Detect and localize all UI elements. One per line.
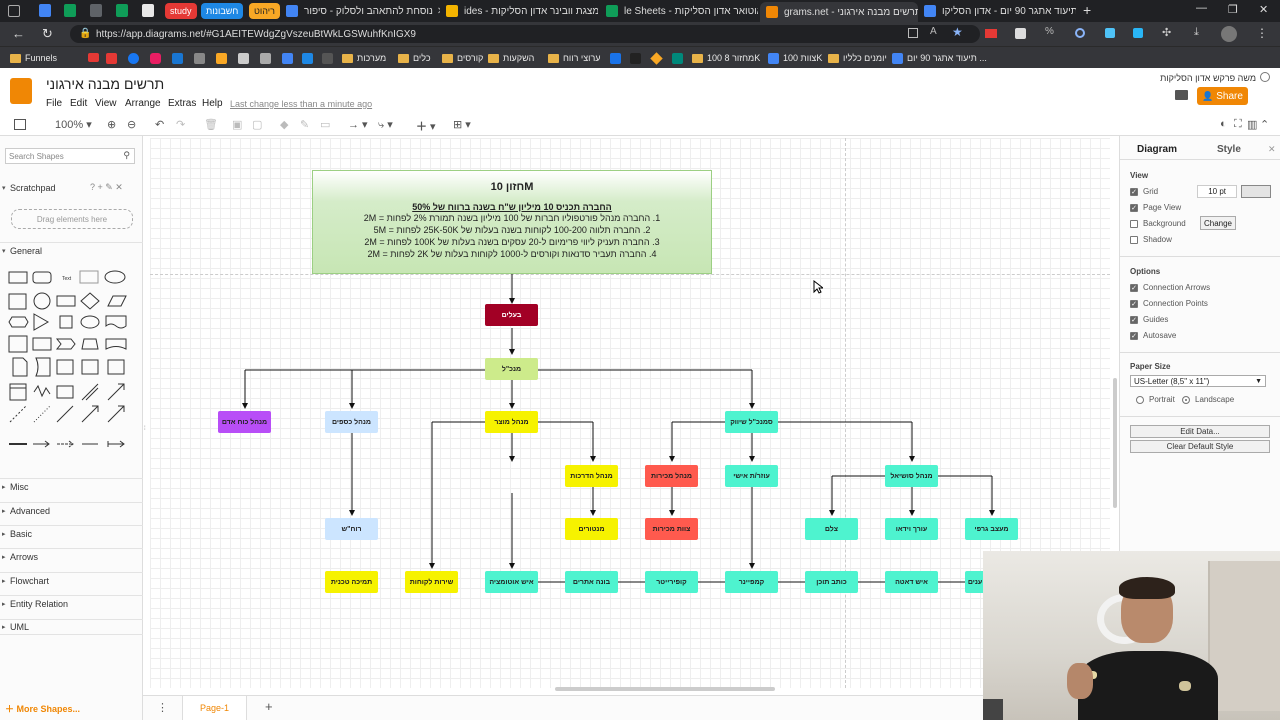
add-page-icon[interactable]: + [265, 699, 273, 714]
node-mentors[interactable]: מנטורים [565, 518, 618, 540]
node-social-manager[interactable]: מנהל סושיאל [885, 465, 938, 487]
grid-color-button[interactable] [1241, 185, 1271, 198]
landscape-radio[interactable]: Landscape [1182, 395, 1234, 404]
radio-label: Portrait [1149, 395, 1175, 404]
webcam-chair [983, 699, 1003, 720]
divider [1120, 159, 1280, 160]
edit-data-button[interactable]: Edit Data... [1130, 425, 1270, 438]
checkbox-icon: ✓ [1130, 299, 1138, 308]
checkbox-icon: ✓ [1130, 203, 1138, 212]
grid-size-input[interactable]: 10 pt [1197, 185, 1237, 198]
node-training-manager[interactable]: מנהל הדרכות [565, 465, 618, 487]
checkbox-label: Page View [1143, 203, 1182, 212]
vision-title: חזון 10M [490, 181, 534, 193]
checkbox-label: Connection Arrows [1143, 283, 1211, 292]
node-ceo[interactable]: מנכ"ל [485, 358, 538, 380]
node-product-manager[interactable]: מנהל מוצר [485, 411, 538, 433]
checkbox-label: Background [1143, 219, 1186, 228]
radio-label: Landscape [1195, 395, 1235, 404]
checkbox-label: Connection Points [1143, 299, 1208, 308]
node-partial[interactable]: ענים [965, 571, 985, 593]
grid-size-value: 10 pt [1208, 187, 1226, 196]
background-checkbox[interactable]: Background [1130, 219, 1186, 228]
tab-style[interactable]: Style [1217, 144, 1241, 155]
paper-size-value: US-Letter (8,5" x 11") [1134, 376, 1210, 386]
checkbox-icon: ✓ [1130, 187, 1138, 196]
autosave-checkbox[interactable]: ✓ Autosave [1130, 331, 1176, 340]
node-graphic-designer[interactable]: מעצב גרפי [965, 518, 1018, 540]
tab-page-1[interactable]: Page-1 [182, 696, 247, 720]
close-panel-icon[interactable]: ✕ [1268, 144, 1276, 155]
radio-icon [1136, 395, 1144, 404]
webcam-overlay [983, 551, 1280, 720]
clear-default-style-button[interactable]: Clear Default Style [1130, 440, 1270, 453]
node-customer-service[interactable]: שירות לקוחות [405, 571, 458, 593]
node-hr-manager[interactable]: מנהל כוח אדם [218, 411, 271, 433]
shirt-pattern [1179, 681, 1191, 691]
webcam-door [1208, 561, 1280, 711]
guides-checkbox[interactable]: ✓ Guides [1130, 315, 1168, 324]
portrait-radio[interactable]: Portrait [1136, 395, 1175, 404]
checkbox-icon: ✓ [1130, 283, 1138, 292]
page-tabs-bar: ⋮ Page-1 + [143, 695, 1120, 720]
checkbox-label: Guides [1143, 315, 1169, 324]
checkbox-label: Grid [1143, 187, 1159, 196]
checkbox-label: Autosave [1143, 331, 1177, 340]
node-personal-assistant[interactable]: עוזר/ת אישי [725, 465, 778, 487]
node-automation[interactable]: איש אוטומציה [485, 571, 538, 593]
divider [1120, 416, 1280, 417]
vertical-scrollbar[interactable] [1113, 378, 1117, 508]
person-shirt [1078, 651, 1218, 720]
format-panel: Diagram Style ✕ View ✓ Grid 10 pt ✓ Page V… [1119, 136, 1280, 552]
person-hair [1119, 577, 1175, 599]
checkbox-icon [1130, 219, 1138, 228]
shadow-checkbox[interactable]: Shadow [1130, 235, 1172, 244]
node-data-person[interactable]: איש דאטה [885, 571, 938, 593]
vision-line: 2. החברה תלווה 100-200 לקוחות בשנה בעלות… [373, 225, 651, 235]
radio-icon [1182, 395, 1190, 404]
mouse-cursor-icon [813, 280, 823, 294]
node-sales-manager[interactable]: מנהל מכירות [645, 465, 698, 487]
node-accountant[interactable]: רוח"ש [325, 518, 378, 540]
checkbox-icon: ✓ [1130, 331, 1138, 340]
checkbox-icon [1130, 235, 1138, 244]
divider [1120, 352, 1280, 353]
person-hand [1067, 663, 1093, 699]
node-marketing-vp[interactable]: סמנכ"ל שיווק [725, 411, 778, 433]
paper-size-label: Paper Size [1130, 362, 1171, 371]
node-photographer[interactable]: צלם [805, 518, 858, 540]
node-sales-team[interactable]: צוות מכירות [645, 518, 698, 540]
vision-subtitle: החברה תכניס 10 מיליון ש"ח בשנה ברווח של … [412, 202, 612, 212]
vision-box[interactable]: חזון 10M החברה תכניס 10 מיליון ש"ח בשנה … [312, 170, 712, 274]
chevron-down-icon: ▼ [1255, 377, 1262, 385]
vision-line: 3. החברה תעניק ליווי פרימיום ל-20 עסקים … [364, 237, 660, 247]
checkbox-label: Shadow [1143, 235, 1172, 244]
pages-menu-icon[interactable]: ⋮ [157, 701, 168, 714]
horizontal-scrollbar[interactable] [555, 687, 775, 691]
node-content-writer[interactable]: כותב תוכן [805, 571, 858, 593]
connection-arrows-checkbox[interactable]: ✓ Connection Arrows [1130, 283, 1210, 292]
node-web-builder[interactable]: בונה אתרים [565, 571, 618, 593]
grid-checkbox[interactable]: ✓ Grid [1130, 187, 1158, 196]
node-finance-manager[interactable]: מנהל כספים [325, 411, 378, 433]
vision-line: 4. החברה תעביר סדנאות וקורסים ל-1000 לקו… [367, 249, 657, 259]
tab-diagram[interactable]: Diagram [1137, 144, 1177, 155]
node-video-editor[interactable]: עורך וידאו [885, 518, 938, 540]
divider [1120, 256, 1280, 257]
background-change-button[interactable]: Change [1200, 216, 1236, 230]
page-view-checkbox[interactable]: ✓ Page View [1130, 203, 1181, 212]
node-tech-support[interactable]: תמיכה טכנית [325, 571, 378, 593]
paper-size-select[interactable]: US-Letter (8,5" x 11") ▼ [1130, 375, 1266, 387]
node-copywriter[interactable]: קופירייטר [645, 571, 698, 593]
vision-line: 1. החברה מנהל פורטפוליו חברות של 100 מיל… [363, 213, 661, 223]
connection-points-checkbox[interactable]: ✓ Connection Points [1130, 299, 1208, 308]
options-label: Options [1130, 267, 1161, 276]
view-label: View [1130, 171, 1149, 180]
node-campaigner[interactable]: קמפיינר [725, 571, 778, 593]
checkbox-icon: ✓ [1130, 315, 1138, 324]
node-owners[interactable]: בעלים [485, 304, 538, 326]
